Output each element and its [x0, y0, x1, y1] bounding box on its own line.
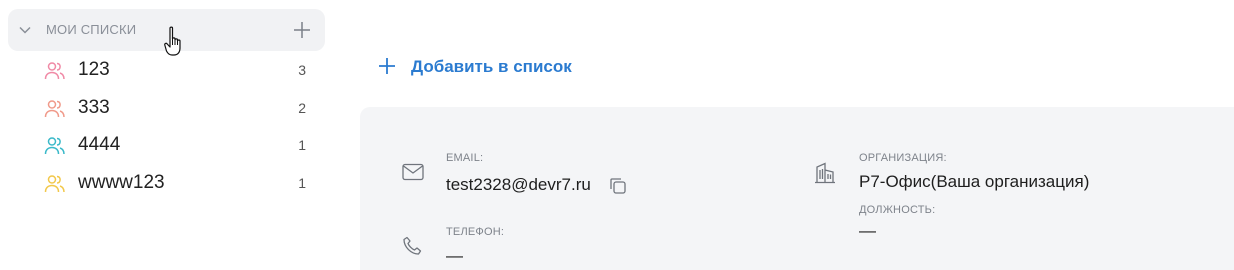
list-name: 333 — [78, 97, 110, 118]
email-label: EMAIL: — [446, 152, 484, 164]
add-to-list-label: Добавить в список — [411, 57, 572, 76]
users-icon — [44, 173, 66, 200]
list-count: 1 — [298, 175, 306, 191]
mail-icon — [402, 163, 424, 186]
organization-value[interactable]: Р7-Офис(Ваша организация) — [859, 172, 1089, 192]
copy-icon[interactable] — [609, 177, 627, 200]
position-value: — — [859, 221, 876, 240]
contact-details-card: EMAIL: test2328@devr7.ru ТЕЛЕФОН: — ОРГА… — [360, 107, 1234, 270]
users-icon — [44, 60, 66, 87]
list-count: 3 — [298, 62, 306, 78]
list-item[interactable]: wwww123 1 — [44, 169, 316, 199]
email-value[interactable]: test2328@devr7.ru — [446, 175, 591, 195]
list-name: 4444 — [78, 134, 121, 155]
list-count: 1 — [298, 137, 306, 153]
users-icon — [44, 98, 66, 125]
list-item[interactable]: 123 3 — [44, 56, 316, 86]
list-count: 2 — [298, 100, 306, 116]
list-item[interactable]: 4444 1 — [44, 131, 316, 161]
users-icon — [44, 135, 66, 162]
building-icon — [814, 162, 836, 189]
add-list-icon[interactable] — [293, 21, 311, 44]
my-lists-title: МОИ СПИСКИ — [46, 22, 137, 37]
phone-label: ТЕЛЕФОН: — [446, 226, 505, 238]
phone-value: — — [446, 246, 463, 265]
chevron-down-icon[interactable] — [18, 23, 32, 42]
list-name: 123 — [78, 59, 110, 80]
phone-icon — [402, 236, 422, 261]
organization-label: ОРГАНИЗАЦИЯ: — [859, 152, 947, 164]
list-item[interactable]: 333 2 — [44, 94, 316, 124]
list-name: wwww123 — [78, 172, 165, 193]
position-label: ДОЛЖНОСТЬ: — [859, 204, 936, 216]
plus-icon — [377, 56, 397, 81]
